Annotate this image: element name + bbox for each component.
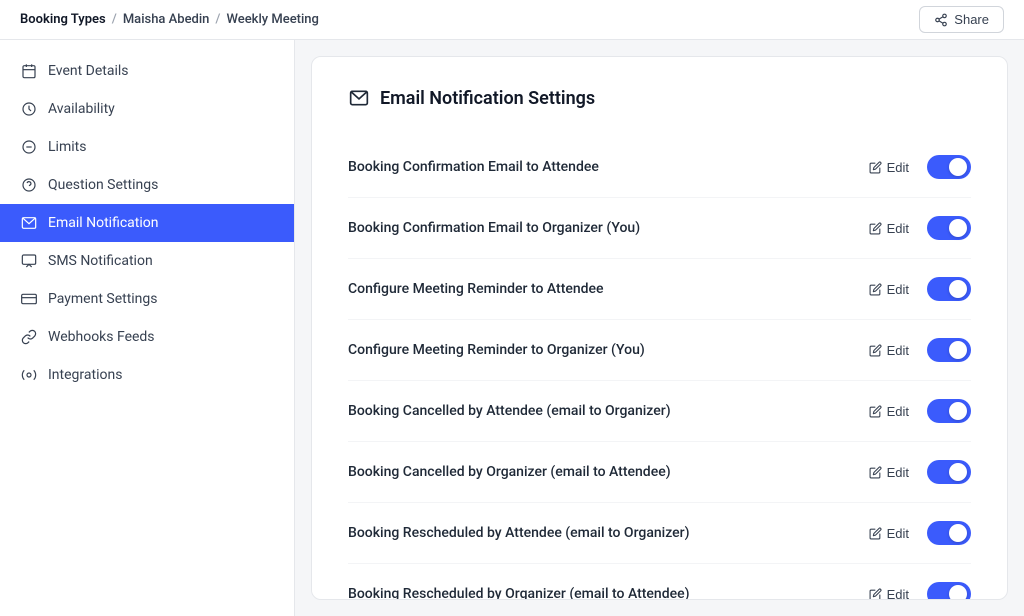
toggle-meeting-reminder-attendee[interactable]: [927, 277, 971, 301]
notification-row-rescheduled-by-attendee: Booking Rescheduled by Attendee (email t…: [348, 503, 971, 564]
sidebar-item-email-notification[interactable]: Email Notification: [0, 204, 294, 242]
toggle-rescheduled-by-attendee[interactable]: [927, 521, 971, 545]
share-label: Share: [954, 12, 989, 27]
toggle-cancelled-by-organizer[interactable]: [927, 460, 971, 484]
breadcrumb: Booking Types / Maisha Abedin / Weekly M…: [20, 12, 319, 27]
toggle-cancelled-by-attendee[interactable]: [927, 399, 971, 423]
sidebar-label-question-settings: Question Settings: [48, 177, 158, 193]
webhook-icon: [20, 328, 38, 346]
edit-icon: [869, 283, 882, 296]
sidebar-item-limits[interactable]: Limits: [0, 128, 294, 166]
notification-row-rescheduled-by-organizer: Booking Rescheduled by Organizer (email …: [348, 564, 971, 600]
sidebar-label-availability: Availability: [48, 101, 115, 117]
edit-button-rescheduled-by-organizer[interactable]: Edit: [869, 587, 909, 601]
breadcrumb-sep2: /: [215, 12, 220, 27]
notification-label-rescheduled-by-organizer: Booking Rescheduled by Organizer (email …: [348, 586, 690, 600]
sidebar-label-payment-settings: Payment Settings: [48, 291, 158, 307]
edit-icon: [869, 527, 882, 540]
toggle-rescheduled-by-organizer[interactable]: [927, 582, 971, 600]
sidebar-item-availability[interactable]: Availability: [0, 90, 294, 128]
share-button[interactable]: Share: [919, 6, 1004, 33]
toggle-meeting-reminder-organizer[interactable]: [927, 338, 971, 362]
edit-button-cancelled-by-organizer[interactable]: Edit: [869, 465, 909, 480]
payment-icon: [20, 290, 38, 308]
notification-label-booking-confirmation-attendee: Booking Confirmation Email to Attendee: [348, 159, 599, 175]
sidebar-item-event-details[interactable]: Event Details: [0, 52, 294, 90]
sidebar-item-payment-settings[interactable]: Payment Settings: [0, 280, 294, 318]
edit-button-meeting-reminder-attendee[interactable]: Edit: [869, 282, 909, 297]
sidebar-item-question-settings[interactable]: Question Settings: [0, 166, 294, 204]
edit-button-meeting-reminder-organizer[interactable]: Edit: [869, 343, 909, 358]
notification-row-cancelled-by-organizer: Booking Cancelled by Organizer (email to…: [348, 442, 971, 503]
notification-label-meeting-reminder-attendee: Configure Meeting Reminder to Attendee: [348, 281, 604, 297]
edit-icon: [869, 222, 882, 235]
sidebar-label-email-notification: Email Notification: [48, 215, 159, 231]
topbar: Booking Types / Maisha Abedin / Weekly M…: [0, 0, 1024, 40]
edit-icon: [869, 344, 882, 357]
edit-icon: [869, 588, 882, 601]
edit-button-booking-confirmation-attendee[interactable]: Edit: [869, 160, 909, 175]
sidebar: Event Details Availability Limits: [0, 40, 295, 616]
section-title: Email Notification Settings: [348, 87, 971, 109]
notification-row-booking-confirmation-organizer: Booking Confirmation Email to Organizer …: [348, 198, 971, 259]
share-icon: [934, 13, 948, 27]
notification-row-meeting-reminder-attendee: Configure Meeting Reminder to Attendee E…: [348, 259, 971, 320]
calendar-icon: [20, 62, 38, 80]
question-icon: [20, 176, 38, 194]
notification-label-cancelled-by-attendee: Booking Cancelled by Attendee (email to …: [348, 403, 671, 419]
notification-label-rescheduled-by-attendee: Booking Rescheduled by Attendee (email t…: [348, 525, 690, 541]
breadcrumb-sep1: /: [112, 12, 117, 27]
toggle-booking-confirmation-organizer[interactable]: [927, 216, 971, 240]
notification-label-booking-confirmation-organizer: Booking Confirmation Email to Organizer …: [348, 220, 640, 236]
sidebar-item-sms-notification[interactable]: SMS Notification: [0, 242, 294, 280]
row-actions-cancelled-by-organizer: Edit: [869, 460, 971, 484]
row-actions-booking-confirmation-attendee: Edit: [869, 155, 971, 179]
sidebar-label-webhooks-feeds: Webhooks Feeds: [48, 329, 155, 345]
edit-icon: [869, 405, 882, 418]
section-title-text: Email Notification Settings: [380, 88, 595, 109]
clock-icon: [20, 100, 38, 118]
row-actions-meeting-reminder-organizer: Edit: [869, 338, 971, 362]
section-email-icon: [348, 87, 370, 109]
integration-icon: [20, 366, 38, 384]
row-actions-booking-confirmation-organizer: Edit: [869, 216, 971, 240]
edit-icon: [869, 466, 882, 479]
row-actions-cancelled-by-attendee: Edit: [869, 399, 971, 423]
row-actions-meeting-reminder-attendee: Edit: [869, 277, 971, 301]
edit-button-rescheduled-by-attendee[interactable]: Edit: [869, 526, 909, 541]
edit-button-booking-confirmation-organizer[interactable]: Edit: [869, 221, 909, 236]
breadcrumb-level1[interactable]: Maisha Abedin: [123, 12, 210, 27]
notification-row-meeting-reminder-organizer: Configure Meeting Reminder to Organizer …: [348, 320, 971, 381]
main-content: Email Notification Settings Booking Conf…: [311, 56, 1008, 600]
notification-rows-container: Booking Confirmation Email to Attendee E…: [348, 137, 971, 600]
sidebar-item-integrations[interactable]: Integrations: [0, 356, 294, 394]
sms-icon: [20, 252, 38, 270]
notification-row-booking-confirmation-attendee: Booking Confirmation Email to Attendee E…: [348, 137, 971, 198]
edit-icon: [869, 161, 882, 174]
breadcrumb-level2[interactable]: Weekly Meeting: [227, 12, 319, 27]
row-actions-rescheduled-by-attendee: Edit: [869, 521, 971, 545]
breadcrumb-root[interactable]: Booking Types: [20, 12, 106, 27]
limit-icon: [20, 138, 38, 156]
email-icon: [20, 214, 38, 232]
notification-label-cancelled-by-organizer: Booking Cancelled by Organizer (email to…: [348, 464, 671, 480]
sidebar-label-integrations: Integrations: [48, 367, 122, 383]
sidebar-label-sms-notification: SMS Notification: [48, 253, 153, 269]
notification-row-cancelled-by-attendee: Booking Cancelled by Attendee (email to …: [348, 381, 971, 442]
sidebar-label-limits: Limits: [48, 139, 86, 155]
notification-label-meeting-reminder-organizer: Configure Meeting Reminder to Organizer …: [348, 342, 645, 358]
sidebar-label-event-details: Event Details: [48, 63, 129, 79]
main-layout: Event Details Availability Limits: [0, 40, 1024, 616]
row-actions-rescheduled-by-organizer: Edit: [869, 582, 971, 600]
edit-button-cancelled-by-attendee[interactable]: Edit: [869, 404, 909, 419]
toggle-booking-confirmation-attendee[interactable]: [927, 155, 971, 179]
sidebar-item-webhooks-feeds[interactable]: Webhooks Feeds: [0, 318, 294, 356]
